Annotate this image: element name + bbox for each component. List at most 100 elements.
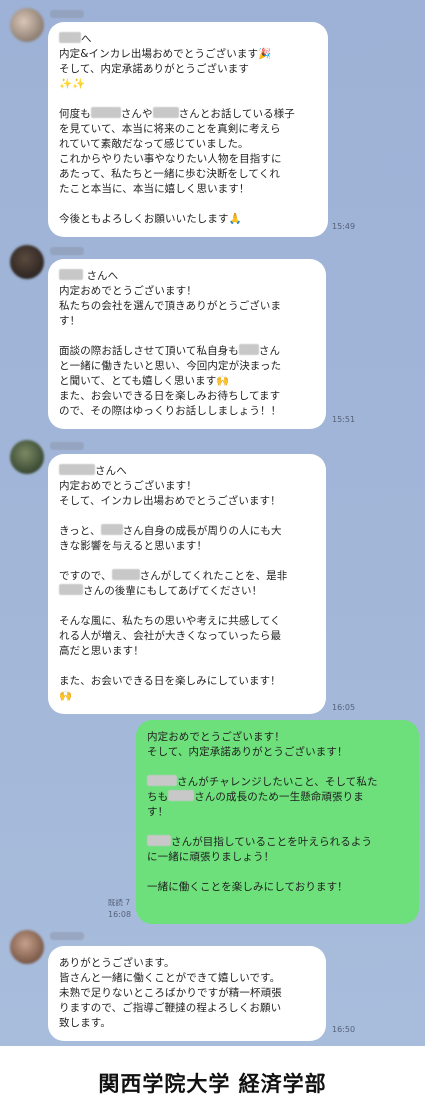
message-line: そして、内定承諾ありがとうございます！: [147, 746, 348, 758]
message-text: さんへ: [95, 465, 127, 477]
message-line: に一緒に頑張りましょう！: [147, 851, 275, 863]
sender-name-masked: [50, 247, 84, 255]
message-line: ありがとうございます。: [59, 957, 175, 969]
redacted-name: [111, 569, 140, 580]
message-line: [147, 820, 408, 835]
redacted-name: [152, 107, 179, 118]
message-line: ちも さんの成長のため一生懸命頑張りま: [147, 790, 408, 805]
message-line: [147, 760, 408, 775]
message-line: れる人が増え、会社が大きくなっていったら最: [59, 630, 282, 642]
message-line: 皆さんと一緒に働くことができて嬉しいです。: [59, 972, 281, 984]
message-bubble-incoming[interactable]: へ内定&インカレ出場おめでとうございます🎉 そして、内定承諾ありがとうございます ✨…: [48, 22, 328, 237]
sender-avatar[interactable]: [10, 8, 44, 42]
message-line: きな影響を与えると思います！: [59, 540, 208, 552]
message-text: 何度も: [59, 108, 91, 120]
message-line: [59, 92, 317, 107]
message-line: あたって、私たちと一緒に歩む決断をしてくれ: [59, 168, 280, 180]
message-timestamp: 15:49: [332, 222, 356, 231]
message-line: 致します。: [59, 1017, 111, 1029]
redacted-name: [238, 344, 259, 355]
message-text: さんへ: [83, 270, 119, 282]
message-text: さんがチャレンジしたいこと、そして私た: [177, 776, 378, 788]
message-line: 今後ともよろしくお願いいたします🙏: [59, 213, 242, 225]
message-line: と聞いて、とても嬉しく思います🙌: [59, 375, 230, 387]
message-line: [59, 659, 315, 674]
redacted-name: [59, 32, 81, 43]
message-line: きっと、 さん自身の成長が周りの人にも大: [59, 524, 315, 539]
message-text: さんや: [120, 108, 153, 120]
message-text: さん: [258, 345, 281, 357]
redacted-name: [59, 464, 95, 475]
message-timestamp: 16:08: [108, 910, 132, 919]
message-line: 🙌: [59, 690, 73, 702]
message-text: きっと、: [59, 525, 101, 537]
message-line: す！: [147, 806, 169, 818]
message-line: そして、インカレ出場おめでとうございます！: [59, 495, 281, 507]
message-line: 内定おめでとうございます！: [59, 285, 197, 297]
message-line: さんへ: [59, 464, 315, 479]
message-line: す！: [59, 315, 81, 327]
caption: 関西学院大学 経済学部: [98, 1071, 327, 1096]
message-line: 内定おめでとうございます！: [59, 480, 197, 492]
message-text: さんが目指していることを叶えられるよう: [171, 836, 373, 848]
message-line: [59, 599, 315, 614]
message-line: ✨✨: [59, 78, 86, 90]
message-line: ので、その際はゆっくりお話ししましょう！！: [59, 405, 282, 417]
message-line: りますので、ご指導ご鞭撻の程よろしくお願い: [59, 1002, 282, 1014]
message-bubble-incoming[interactable]: ありがとうございます。皆さんと一緒に働くことができて嬉しいです。 未熟で足りないと…: [48, 946, 326, 1041]
message-text: ですので、: [59, 570, 112, 582]
message-line: [59, 509, 315, 524]
message-line: これからやりたい事やなりたい人物を目指すに: [59, 153, 282, 165]
message-text: さん自身の成長が周りの人にも大: [122, 525, 282, 537]
message-line: また、お会いできる日を楽しみお待ちしてます: [59, 390, 281, 402]
message-bubble-outgoing[interactable]: 内定おめでとうございます！ そして、内定承諾ありがとうございます！ さんがチャレンジ…: [136, 720, 419, 924]
sender-name-masked: [50, 932, 84, 940]
message-text: さんの成長のため一生懸命頑張りま: [194, 791, 364, 803]
message-line: と一緒に働きたいと思い、今回内定が決まった: [59, 360, 282, 372]
redacted-name: [100, 524, 123, 535]
message-line: 高だと思います！: [59, 645, 144, 657]
sender-avatar[interactable]: [10, 930, 44, 964]
message-line: 面談の際お話しさせて頂いて私自身も さん: [59, 344, 315, 359]
message-line: さんがチャレンジしたいこと、そして私た: [147, 775, 408, 790]
sender-avatar[interactable]: [10, 440, 44, 474]
sender-name-masked: [50, 10, 84, 18]
message-line: [59, 329, 315, 344]
message-bubble-incoming[interactable]: さんへ内定おめでとうございます！ そして、インカレ出場おめでとうございます！ きっと…: [48, 454, 326, 714]
sender-avatar[interactable]: [10, 245, 44, 279]
message-line: そして、内定承諾ありがとうございます: [59, 63, 249, 75]
message-line: 内定おめでとうございます！: [147, 731, 285, 743]
message-text: さんとお話している様子: [178, 108, 295, 120]
message-line: へ: [59, 32, 317, 47]
read-receipt: 既読 7: [107, 898, 130, 907]
message-line: そんな風に、私たちの思いや考えに共感してく: [59, 615, 281, 627]
sender-name-masked: [50, 442, 84, 450]
redacted-name: [147, 775, 177, 786]
message-line: また、お会いできる日を楽しみにしています！: [59, 675, 281, 687]
message-line: [59, 554, 315, 569]
message-line: れていて素敵だなって感じていました。: [59, 138, 249, 150]
message-line: 何度も さんや さんとお話している様子: [59, 107, 317, 122]
message-timestamp: 16:50: [332, 1025, 356, 1034]
redacted-name: [147, 835, 171, 846]
message-line: たこと本当に、本当に嬉しく思います！: [59, 183, 250, 195]
message-line: 内定&インカレ出場おめでとうございます🎉: [59, 48, 272, 60]
message-text: 面談の際お話しさせて頂いて私自身も: [59, 345, 239, 357]
message-line: 私たちの会社を選んで頂きありがとうございま: [59, 300, 282, 312]
message-line: [59, 197, 317, 212]
message-line: さんの後輩にもしてあげてください！: [59, 584, 315, 599]
message-bubble-incoming[interactable]: さんへ内定おめでとうございます！ 私たちの会社を選んで頂きありがとうございま す！ 面…: [48, 259, 326, 429]
redacted-name: [168, 790, 195, 801]
message-line: ですので、 さんがしてくれたことを、是非: [59, 569, 315, 584]
message-timestamp: 15:51: [332, 415, 356, 424]
message-line: 一緒に働くことを楽しみにしております！: [147, 881, 348, 893]
message-text: さんの後輩にもしてあげてください！: [83, 585, 263, 597]
message-text: さんがしてくれたことを、是非: [139, 570, 288, 582]
message-text: ちも: [147, 791, 169, 803]
message-line: [147, 865, 408, 880]
message-line: 未熟で足りないところばかりですが精一杯頑張: [59, 987, 282, 999]
message-line: さんが目指していることを叶えられるよう: [147, 835, 408, 850]
message-text: へ: [81, 33, 92, 45]
chat-area[interactable]: へ内定&インカレ出場おめでとうございます🎉 そして、内定承諾ありがとうございます ✨…: [0, 0, 425, 1046]
redacted-name: [59, 584, 83, 595]
